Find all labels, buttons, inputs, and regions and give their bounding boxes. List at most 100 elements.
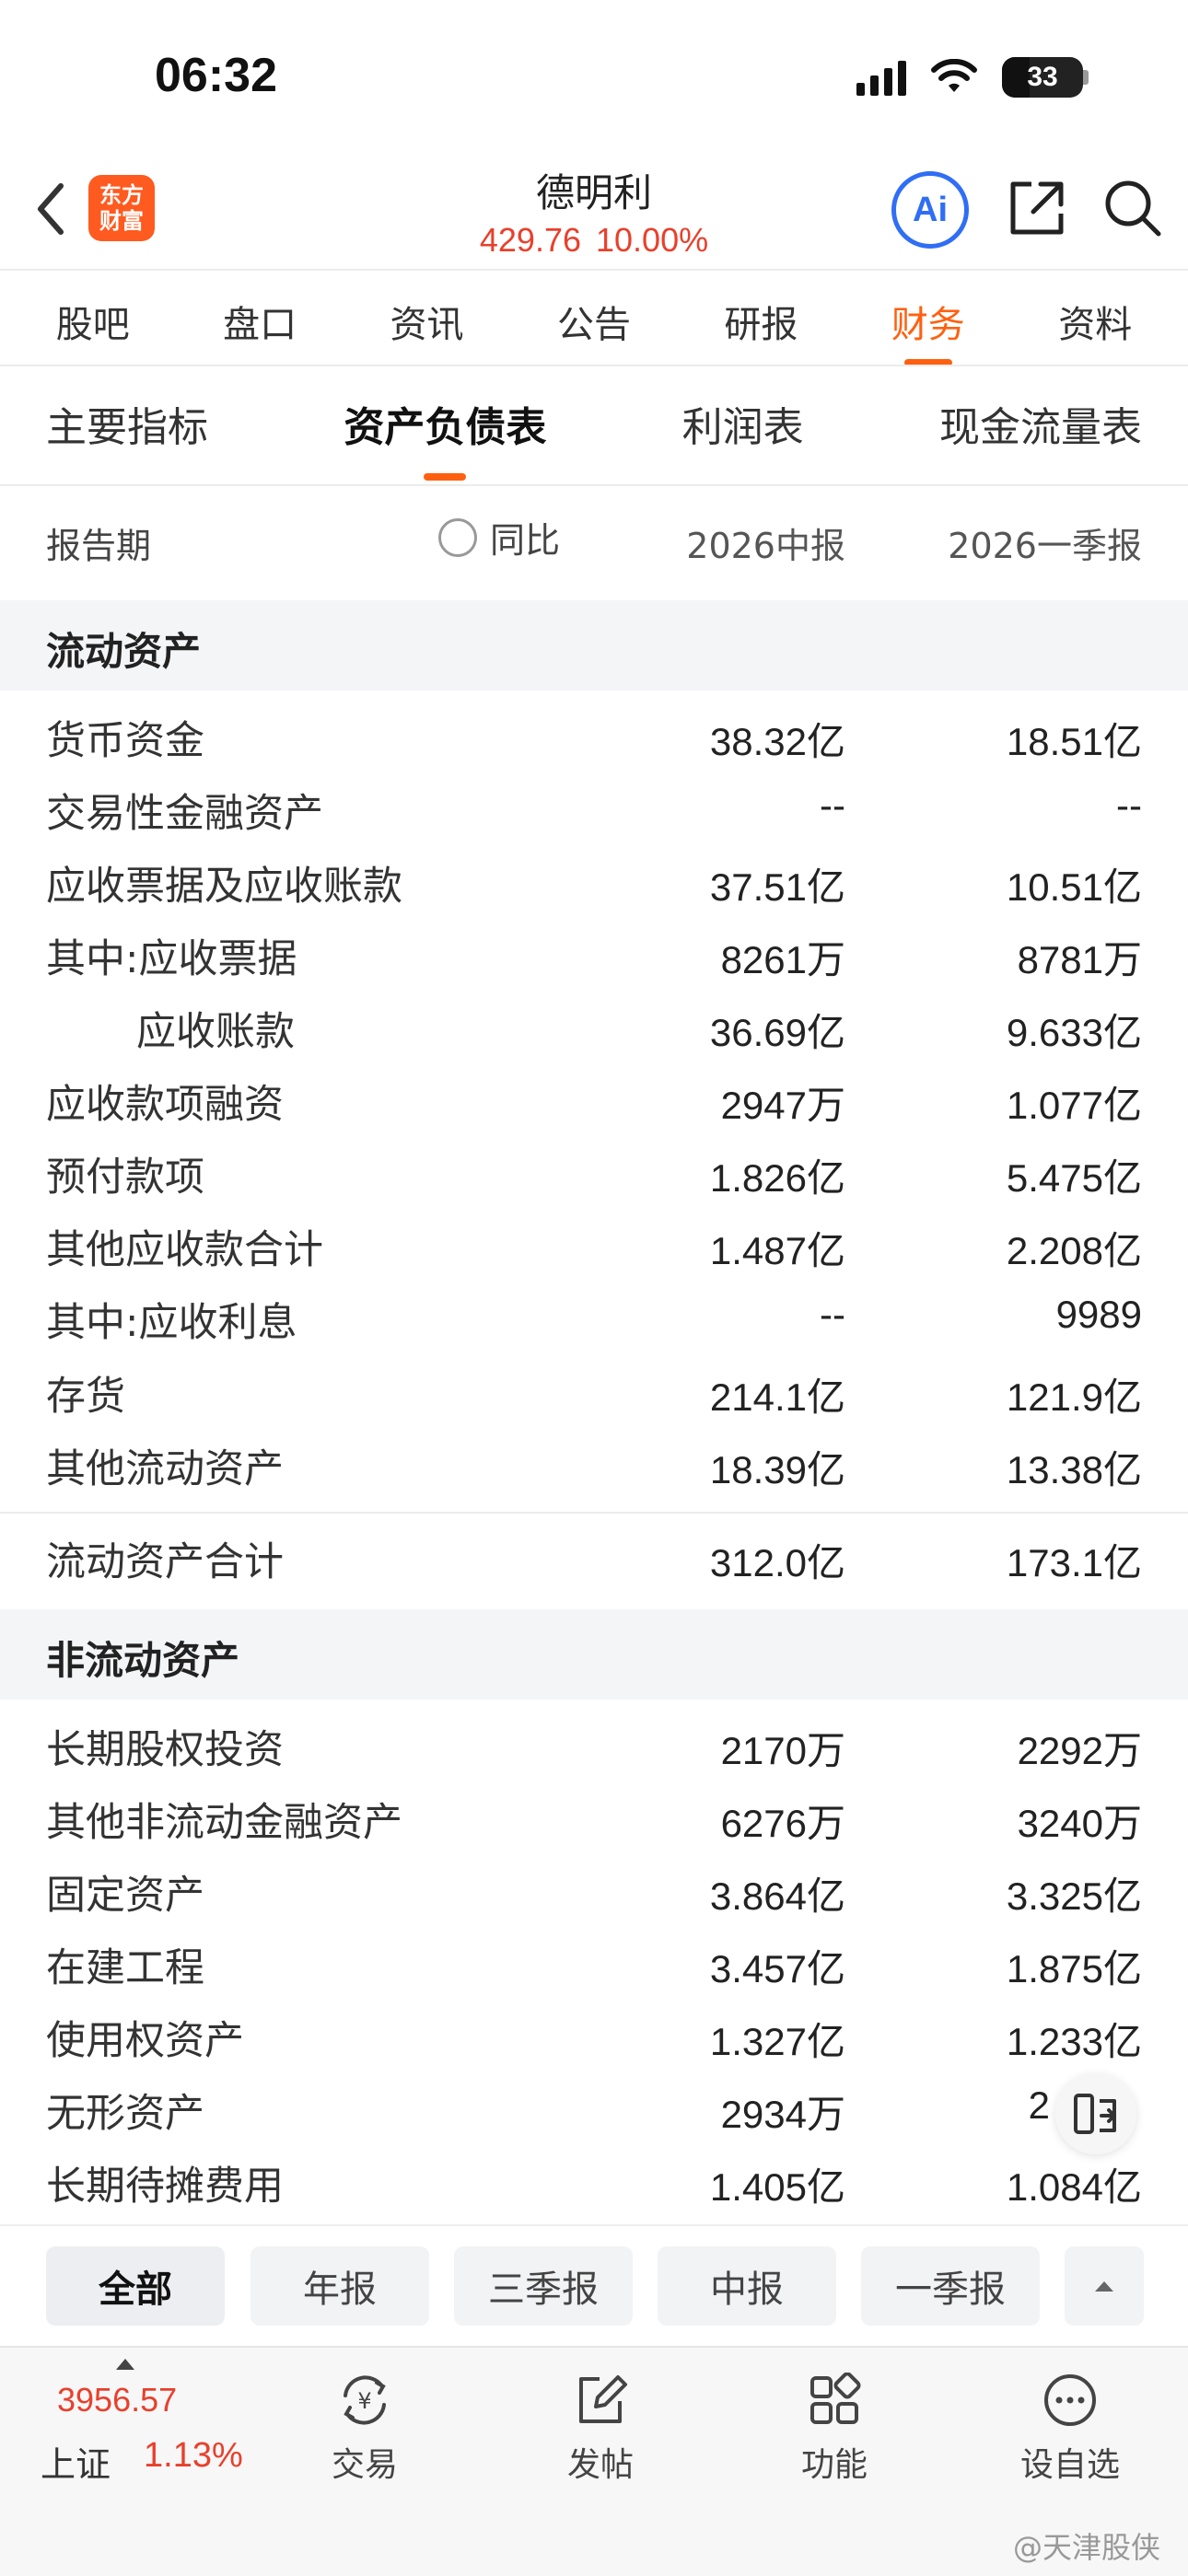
index-change-pct[interactable]: 1.13% [144,2436,243,2476]
row-label: 长期待摊费用 [46,2164,284,2210]
subtab-key-indicators[interactable]: 主要指标 [46,394,208,481]
yuan-exchange-icon: ¥ [344,2375,386,2425]
subtab-balance-sheet[interactable]: 资产负债表 [344,394,546,481]
filter-all[interactable]: 全部 [46,2246,225,2326]
table-row[interactable]: 交易性金融资产 -- -- [0,772,1188,846]
subtabs-divider [0,484,1188,486]
row-value-1: 36.69亿 [709,1011,845,1054]
row-value-2: 1.233亿 [1006,2020,1142,2063]
section-title: 流动资产 [46,629,202,674]
bottom-nav: 3956.57 上证 1.13% ¥ 交易 发帖 功能 设自选 [0,2346,1188,2576]
nav-trade-label: 交易 [331,2446,398,2484]
subtab-income-statement[interactable]: 利润表 [682,394,804,481]
row-label: 其中:应收利息 [46,1300,297,1346]
row-value-1: 2934万 [720,2093,845,2136]
section-non-current-assets: 非流动资产 [0,1609,1188,1700]
swap-columns-icon [1074,2094,1116,2134]
table-row[interactable]: 其中:应收票据 8261万 8781万 [0,918,1188,992]
table-row[interactable]: 使用权资产 1.327亿 1.233亿 [0,2000,1188,2073]
row-value-2: 3240万 [1017,1802,1142,1845]
period-label: 报告期 [46,526,152,566]
row-value-2: 2 [1028,2083,1050,2127]
nav-add-watchlist[interactable]: 设自选 [1006,2368,1135,2486]
filter-q1[interactable]: 一季报 [861,2246,1040,2326]
svg-text:¥: ¥ [357,2388,371,2414]
column-header-1[interactable]: 2026中报 [686,517,845,568]
filter-q3[interactable]: 三季报 [454,2246,633,2326]
row-label: 固定资产 [46,1873,204,1919]
table-row[interactable]: 应收账款 36.69亿 9.633亿 [0,991,1188,1064]
row-label: 存货 [46,1374,125,1420]
tab-news[interactable]: 资讯 [390,276,464,366]
yoy-toggle[interactable]: 同比 [438,512,560,563]
nav-add-watchlist-label: 设自选 [1019,2446,1120,2484]
column-header-2[interactable]: 2026一季报 [948,517,1142,568]
expand-up-icon[interactable] [116,2359,134,2370]
row-value-1: 1.327亿 [709,2020,845,2063]
top-tabs: 股吧 盘口 资讯 公告 研报 财务 资料 [0,276,1188,366]
row-value-1: 2170万 [720,1729,845,1772]
row-value-1: 3.864亿 [709,1874,845,1918]
row-label: 其他非流动金融资产 [46,1800,402,1846]
nav-trade[interactable]: ¥ 交易 [300,2368,429,2486]
tab-pankou[interactable]: 盘口 [223,276,297,366]
report-filter-bar: 全部 年报 三季报 中报 一季报 [0,2224,1188,2346]
row-value-2: 9.633亿 [1006,1011,1142,1054]
tab-guba[interactable]: 股吧 [56,276,130,366]
table-row[interactable]: 其他应收款合计 1.487亿 2.208亿 [0,1209,1188,1282]
filter-interim[interactable]: 中报 [658,2246,836,2326]
row-value-2: 18.51亿 [1006,720,1142,763]
row-label: 其中:应收票据 [46,936,297,982]
table-row[interactable]: 应收票据及应收账款 37.51亿 10.51亿 [0,845,1188,919]
table-row[interactable]: 固定资产 3.864亿 3.325亿 [0,1854,1188,1928]
tab-announcements[interactable]: 公告 [557,276,631,366]
table-layout-button[interactable] [1055,2073,1136,2154]
table-row[interactable]: 其中:应收利息 -- 9989 [0,1282,1188,1355]
scroll-top-button[interactable] [1065,2246,1144,2326]
battery-level: 33 [1027,62,1058,92]
table-row[interactable]: 预付款项 1.826亿 5.475亿 [0,1136,1188,1210]
index-name[interactable]: 上证 [41,2436,111,2487]
row-label: 长期股权投资 [46,1727,284,1773]
row-value-1: 8261万 [720,938,845,981]
share-icon[interactable] [1006,177,1068,239]
tab-research[interactable]: 研报 [724,276,798,366]
yoy-radio-icon[interactable] [438,517,477,557]
row-label: 交易性金融资产 [46,791,323,837]
ai-assistant-button[interactable]: Ai [891,171,969,249]
tab-finance[interactable]: 财务 [891,276,965,366]
table-row[interactable]: 长期待摊费用 1.405亿 1.084亿 [0,2145,1188,2219]
row-label: 应收账款 [136,1009,295,1055]
table-row[interactable]: 长期股权投资 2170万 2292万 [0,1709,1188,1782]
table-row[interactable]: 其他非流动金融资产 6276万 3240万 [0,1781,1188,1855]
total-label: 流动资产合计 [46,1539,284,1585]
section-title: 非流动资产 [46,1638,240,1683]
row-label: 其他流动资产 [46,1446,284,1492]
table-row[interactable]: 其他流动资产 18.39亿 13.38亿 [0,1428,1188,1502]
table-row[interactable]: 无形资产 2934万 2 [0,2072,1188,2146]
row-value-2: 13.38亿 [1006,1448,1142,1491]
row-label: 应收款项融资 [46,1082,284,1128]
row-value-2: 9989 [1055,1293,1142,1336]
tab-profile[interactable]: 资料 [1058,276,1132,366]
table-row[interactable]: 应收款项融资 2947万 1.077亿 [0,1063,1188,1137]
row-value-1: 38.32亿 [709,720,845,763]
battery-icon: 33 [1002,57,1083,98]
row-value-2: 1.077亿 [1006,1084,1142,1127]
more-dots-icon [1044,2374,1096,2426]
subtab-cash-flow[interactable]: 现金流量表 [939,394,1142,481]
table-row[interactable]: 在建工程 3.457亿 1.875亿 [0,1927,1188,2001]
filter-annual[interactable]: 年报 [250,2246,429,2326]
yoy-label: 同比 [490,520,561,561]
table-row[interactable]: 货币资金 38.32亿 18.51亿 [0,700,1188,773]
total-row[interactable]: 流动资产合计 312.0亿 173.1亿 [0,1521,1188,1595]
nav-functions[interactable]: 功能 [770,2368,899,2486]
row-value-1: -- [820,783,845,827]
index-value[interactable]: 3956.57 [57,2381,177,2419]
total-divider [0,1512,1188,1514]
row-value-2: 2292万 [1017,1729,1142,1772]
nav-post[interactable]: 发帖 [536,2368,665,2486]
table-row[interactable]: 存货 214.1亿 121.9亿 [0,1355,1188,1429]
row-value-2: -- [1116,783,1142,827]
search-icon[interactable] [1101,177,1164,239]
